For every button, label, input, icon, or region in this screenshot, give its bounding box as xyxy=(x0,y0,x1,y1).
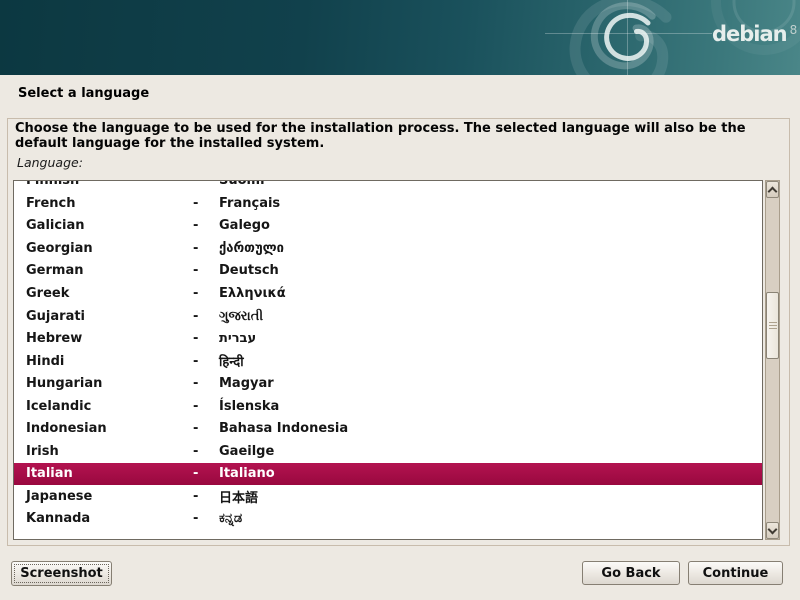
language-native-name: Gaeilge xyxy=(219,444,762,459)
language-native-name: Suomi xyxy=(219,180,762,188)
language-separator: - xyxy=(193,309,219,324)
language-separator: - xyxy=(193,354,219,369)
language-row[interactable]: Greek-Ελληνικά xyxy=(14,282,762,305)
go-back-button[interactable]: Go Back xyxy=(582,561,680,585)
language-separator: - xyxy=(193,241,219,256)
scrollbar-thumb[interactable] xyxy=(766,292,779,359)
language-english-name: Italian xyxy=(26,466,193,481)
language-native-name: ქართული xyxy=(219,241,762,256)
language-english-name: Finnish xyxy=(26,180,193,188)
chevron-down-icon xyxy=(768,524,778,534)
language-separator: - xyxy=(193,444,219,459)
installer-window: debian8 Select a language Choose the lan… xyxy=(0,0,800,600)
language-native-name: Bahasa Indonesia xyxy=(219,421,762,436)
language-list[interactable]: Finnish-SuomiFrench-FrançaisGalician-Gal… xyxy=(13,180,763,540)
language-native-name: Français xyxy=(219,196,762,211)
language-english-name: Japanese xyxy=(26,489,193,504)
language-row[interactable]: Kannada-ಕನ್ನಡ xyxy=(14,508,762,531)
language-row[interactable]: Finnish-Suomi xyxy=(14,180,762,192)
grip-icon xyxy=(769,325,777,326)
language-rows: Finnish-SuomiFrench-FrançaisGalician-Gal… xyxy=(14,180,762,530)
language-native-name: 日本語 xyxy=(219,487,762,506)
language-row[interactable]: Hungarian-Magyar xyxy=(14,372,762,395)
language-row[interactable]: Italian-Italiano xyxy=(14,463,762,486)
language-native-name: Italiano xyxy=(219,466,762,481)
language-english-name: Galician xyxy=(26,218,193,233)
language-english-name: Indonesian xyxy=(26,421,193,436)
language-native-name: Deutsch xyxy=(219,263,762,278)
language-separator: - xyxy=(193,421,219,436)
debian-brand: debian xyxy=(712,22,787,46)
language-row[interactable]: Georgian-ქართული xyxy=(14,237,762,260)
language-row[interactable]: Irish-Gaeilge xyxy=(14,440,762,463)
vertical-scrollbar[interactable] xyxy=(765,180,780,540)
language-row[interactable]: German-Deutsch xyxy=(14,260,762,283)
language-separator: - xyxy=(193,286,219,301)
language-separator: - xyxy=(193,263,219,278)
language-row[interactable]: Icelandic-Íslenska xyxy=(14,395,762,418)
screenshot-button[interactable]: Screenshot xyxy=(11,561,112,586)
banner: debian8 xyxy=(0,0,800,75)
language-english-name: Irish xyxy=(26,444,193,459)
language-english-name: Icelandic xyxy=(26,399,193,414)
language-row[interactable]: French-Français xyxy=(14,192,762,215)
language-english-name: Hindi xyxy=(26,354,193,369)
language-separator: - xyxy=(193,399,219,414)
debian-version: 8 xyxy=(790,23,798,37)
language-separator: - xyxy=(193,489,219,504)
language-english-name: Greek xyxy=(26,286,193,301)
language-native-name: हिन्दी xyxy=(219,352,762,370)
language-row[interactable]: Japanese-日本語 xyxy=(14,485,762,508)
language-row[interactable]: Hindi-हिन्दी xyxy=(14,350,762,373)
language-english-name: Hungarian xyxy=(26,376,193,391)
continue-button[interactable]: Continue xyxy=(688,561,783,585)
language-native-name: עברית xyxy=(219,331,762,346)
language-english-name: French xyxy=(26,196,193,211)
scrollbar-track[interactable] xyxy=(766,198,779,522)
language-separator: - xyxy=(193,180,219,188)
language-native-name: ગુજરાતી xyxy=(219,309,762,324)
language-separator: - xyxy=(193,466,219,481)
language-english-name: Georgian xyxy=(26,241,193,256)
page-title: Select a language xyxy=(18,86,149,101)
language-english-name: Hebrew xyxy=(26,331,193,346)
scroll-up-button[interactable] xyxy=(766,181,779,198)
language-native-name: Magyar xyxy=(219,376,762,391)
language-native-name: Galego xyxy=(219,218,762,233)
language-english-name: German xyxy=(26,263,193,278)
instruction-text: Choose the language to be used for the i… xyxy=(15,122,767,151)
language-english-name: Gujarati xyxy=(26,309,193,324)
language-row[interactable]: Indonesian-Bahasa Indonesia xyxy=(14,418,762,441)
language-native-name: ಕನ್ನಡ xyxy=(219,511,762,526)
language-row[interactable]: Galician-Galego xyxy=(14,215,762,238)
debian-swirl-logo xyxy=(0,0,800,75)
language-separator: - xyxy=(193,218,219,233)
language-row[interactable]: Gujarati-ગુજરાતી xyxy=(14,305,762,328)
language-separator: - xyxy=(193,376,219,391)
language-field-label: Language: xyxy=(17,155,83,170)
language-separator: - xyxy=(193,511,219,526)
language-row[interactable]: Hebrew-עברית xyxy=(14,327,762,350)
scroll-down-button[interactable] xyxy=(766,522,779,539)
debian-logo-text: debian8 xyxy=(712,24,797,45)
language-english-name: Kannada xyxy=(26,511,193,526)
chevron-up-icon xyxy=(768,186,778,196)
language-native-name: Íslenska xyxy=(219,399,762,414)
language-separator: - xyxy=(193,196,219,211)
language-native-name: Ελληνικά xyxy=(219,286,762,301)
language-separator: - xyxy=(193,331,219,346)
